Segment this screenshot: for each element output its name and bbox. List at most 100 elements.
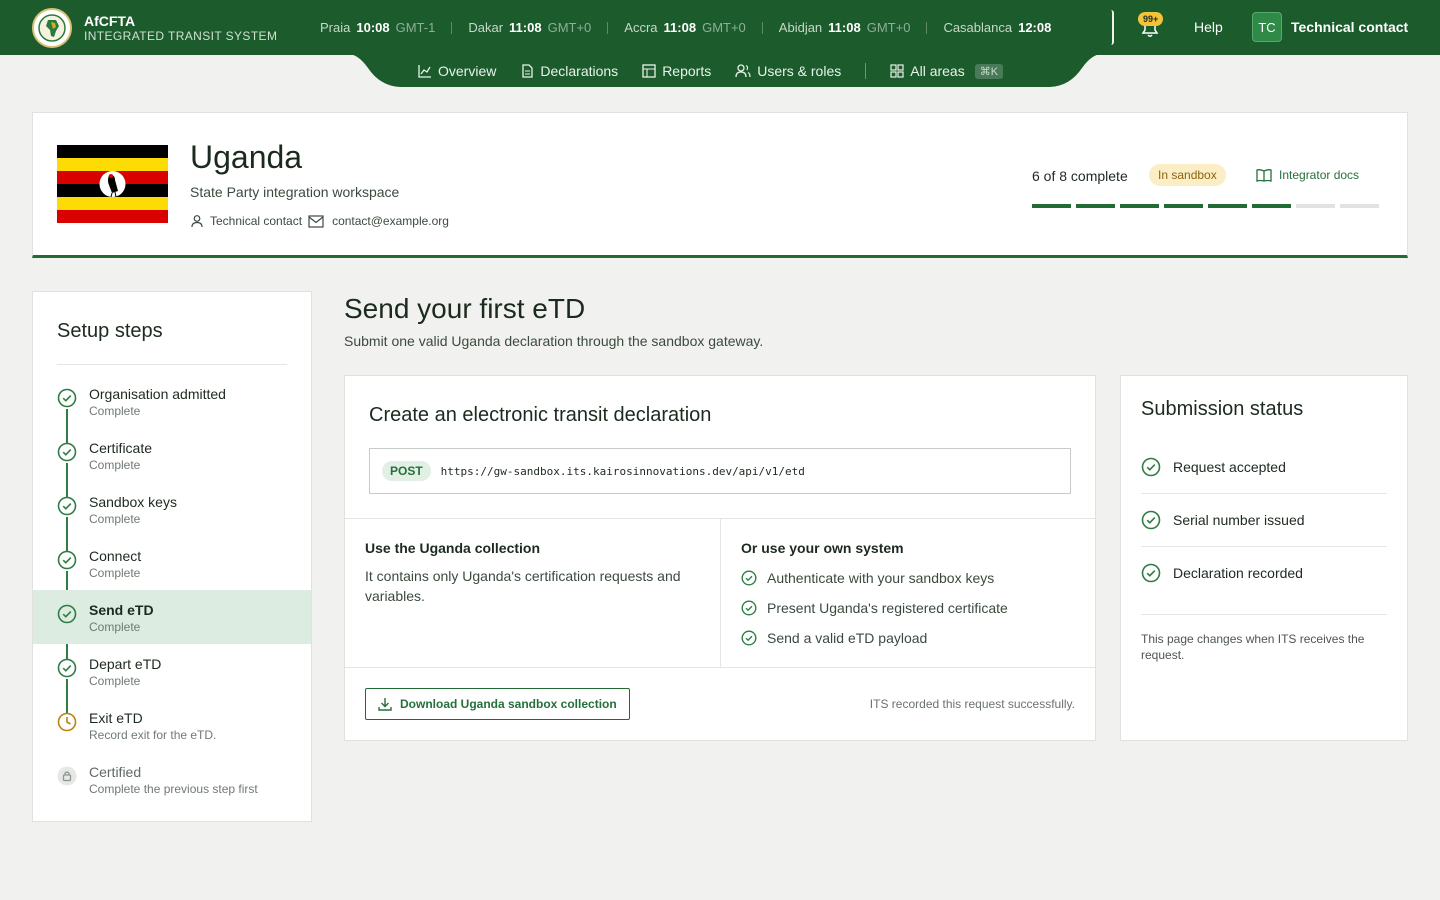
check-circle-icon xyxy=(741,600,757,616)
step-status: Complete xyxy=(89,620,141,634)
setup-step: Certified Complete the previous step firs… xyxy=(33,752,311,806)
progress-segment xyxy=(1296,204,1335,208)
step-label: Exit eTD xyxy=(89,710,143,726)
check-circle-icon xyxy=(57,388,77,408)
check-circle-icon xyxy=(1141,563,1161,583)
step-status: Complete the previous step first xyxy=(89,782,258,796)
integrator-docs-link[interactable]: Integrator docs xyxy=(1256,168,1359,182)
check-circle-icon xyxy=(57,604,77,624)
chart-line-icon xyxy=(418,64,432,78)
table-icon xyxy=(642,64,656,78)
setup-step[interactable]: Organisation admitted Complete xyxy=(33,374,311,428)
download-collection-button[interactable]: Download Uganda sandbox collection xyxy=(365,688,630,720)
step-label: Sandbox keys xyxy=(89,494,177,510)
status-note: This page changes when ITS receives the … xyxy=(1141,632,1365,662)
http-method-badge: POST xyxy=(382,461,431,481)
setup-step[interactable]: Certificate Complete xyxy=(33,428,311,482)
progress-segment xyxy=(1208,204,1247,208)
requirement-item: Present Uganda's registered certificate xyxy=(741,600,1008,616)
avatar[interactable]: TC xyxy=(1252,12,1282,42)
contact-email[interactable]: contact@example.org xyxy=(332,214,449,228)
status-item: Request accepted xyxy=(1141,440,1387,493)
setup-step[interactable]: Exit eTD Record exit for the eTD. xyxy=(33,698,311,752)
book-icon xyxy=(1256,168,1272,182)
check-circle-icon xyxy=(57,442,77,462)
status-label: Declaration recorded xyxy=(1173,564,1303,581)
workspace-header: Uganda State Party integration workspace… xyxy=(32,112,1408,258)
requirement-item: Send a valid eTD payload xyxy=(741,630,927,646)
setup-steps-title: Setup steps xyxy=(57,320,163,342)
step-status: Record exit for the eTD. xyxy=(89,728,217,742)
nav-users-label: Users & roles xyxy=(757,63,842,79)
nav-all-areas[interactable]: All areas ⌘K xyxy=(890,63,1004,79)
afcfta-logo[interactable] xyxy=(32,8,72,48)
keyboard-shortcut-hint: ⌘K xyxy=(974,63,1004,79)
clock-timezone: GMT+0 xyxy=(866,20,911,35)
clock-time: 10:08 xyxy=(356,20,390,35)
nav-declarations-label: Declarations xyxy=(540,63,619,79)
check-circle-icon xyxy=(1141,510,1161,530)
clock-time: 11:08 xyxy=(828,20,861,35)
clock-timezone: GMT+0 xyxy=(547,20,592,35)
status-item: Declaration recorded xyxy=(1141,546,1387,599)
uganda-flag xyxy=(57,145,168,223)
world-clock: Accra 11:08 GMT+0 xyxy=(608,20,762,35)
own-system-heading: Or use your own system xyxy=(741,540,904,556)
country-name: Uganda xyxy=(190,139,303,175)
step-label: Depart eTD xyxy=(89,656,162,672)
step-status: Complete xyxy=(89,674,141,688)
setup-step[interactable]: Depart eTD Complete xyxy=(33,644,311,698)
users-icon xyxy=(735,64,751,78)
mail-icon xyxy=(308,214,324,228)
check-circle-icon xyxy=(1141,457,1161,477)
progress-segment xyxy=(1120,204,1159,208)
step-status: Complete xyxy=(89,566,141,580)
integrator-docs-label: Integrator docs xyxy=(1279,168,1360,182)
status-label: Request accepted xyxy=(1173,458,1286,475)
setup-progress-bar xyxy=(1032,204,1379,208)
brand-subtitle: INTEGRATED TRANSIT SYSTEM xyxy=(84,29,278,43)
workspace-subtitle: State Party integration workspace xyxy=(190,184,400,200)
environment-badge: In sandbox xyxy=(1149,164,1226,186)
check-circle-icon xyxy=(57,550,77,570)
top-bar: AfCFTA INTEGRATED TRANSIT SYSTEM Praia 10… xyxy=(0,0,1440,55)
card-title: Create an electronic transit declaration xyxy=(369,404,712,426)
setup-step[interactable]: Send eTD Complete xyxy=(33,590,311,644)
grid-icon xyxy=(890,64,904,78)
contact-info: Technical contact contact@example.org xyxy=(190,214,449,228)
divider xyxy=(57,364,287,365)
progress-segment xyxy=(1164,204,1203,208)
nav-users[interactable]: Users & roles xyxy=(735,63,841,79)
step-label: Connect xyxy=(89,548,142,564)
check-circle-icon xyxy=(741,630,757,646)
world-clock-ticker: Praia 10:08 GMT-1 Dakar 11:08 GMT+0 Accra 11:08… xyxy=(318,10,1114,45)
step-label: Organisation admitted xyxy=(89,386,226,402)
requirement-label: Authenticate with your sandbox keys xyxy=(767,570,995,586)
nav-divider xyxy=(865,63,867,79)
submission-status-panel: Submission status Request accepted Serial… xyxy=(1120,375,1408,741)
setup-steps-panel: Setup steps Organisation admitted Complet… xyxy=(32,291,312,822)
setup-step[interactable]: Connect Complete xyxy=(33,536,311,590)
nav-reports-label: Reports xyxy=(662,63,712,79)
request-recorded-message: ITS recorded this request successfully. xyxy=(869,697,1075,711)
step-label: Certificate xyxy=(89,440,153,456)
collection-heading: Use the Uganda collection xyxy=(365,540,541,556)
step-status: Complete xyxy=(89,458,141,472)
nav-overview[interactable]: Overview xyxy=(418,63,496,79)
endpoint-url[interactable]: https://gw-sandbox.its.kairosinnovations… xyxy=(441,465,805,478)
collection-description: It contains only Uganda's certification … xyxy=(365,568,681,604)
check-circle-icon xyxy=(57,496,77,516)
user-menu[interactable]: Technical contact xyxy=(1291,19,1408,35)
setup-step[interactable]: Sandbox keys Complete xyxy=(33,482,311,536)
nav-reports[interactable]: Reports xyxy=(642,63,711,79)
nav-declarations[interactable]: Declarations xyxy=(520,63,618,79)
clock-city: Praia xyxy=(320,20,351,35)
clock-timezone: GMT-1 xyxy=(395,20,436,35)
status-item: Serial number issued xyxy=(1141,493,1387,546)
step-label: Certified xyxy=(89,764,142,780)
endpoint-box[interactable]: POST https://gw-sandbox.its.kairosinnova… xyxy=(369,448,1071,494)
divider xyxy=(345,667,1095,668)
help-link[interactable]: Help xyxy=(1194,19,1223,35)
submission-status-title: Submission status xyxy=(1141,398,1304,420)
page-title: Send your first eTD xyxy=(344,293,586,324)
